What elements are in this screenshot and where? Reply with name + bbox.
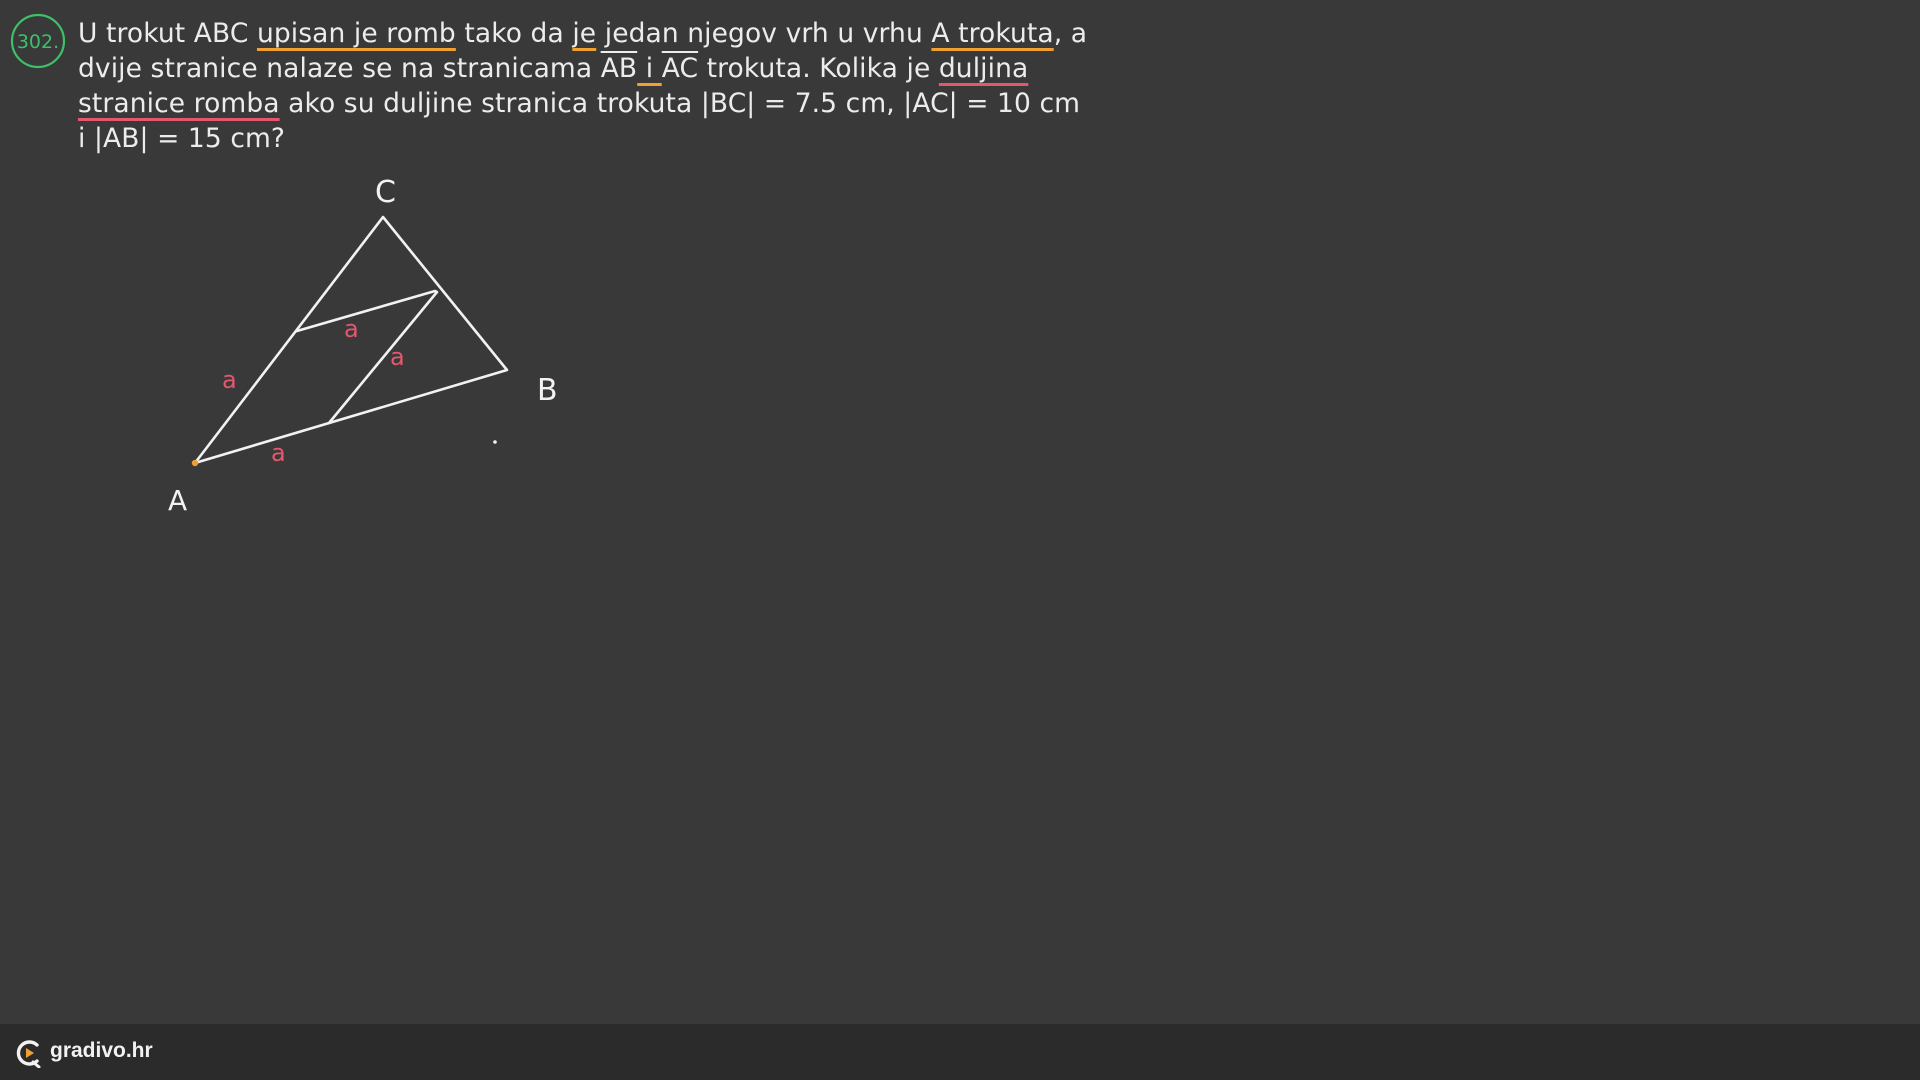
side-label-ab: a [271,439,286,467]
vertex-label-c: C [375,175,396,210]
footer-bar: gradivo.hr [0,1024,1920,1080]
problem-text-segment: A trokuta [931,18,1054,49]
side-label-rhombus-right: a [390,343,405,371]
problem-text-segment: i [637,53,662,84]
problem-text-segment: trokuta. Kolika je [698,53,939,84]
gradivo-logo-icon [16,1040,41,1068]
vertex-label-b: B [537,373,558,408]
triangle-rhombus-figure: C B A a a a a [168,175,558,517]
problem-text-segment: AC [661,53,699,84]
stray-dot [493,440,497,444]
rhombus-inner-sides [295,289,439,425]
problem-text-segment: jedan njegov vrh u vrhu [596,18,932,49]
vertex-label-a: A [168,484,187,517]
vertex-a-dot [191,459,199,467]
footer-brand-link[interactable]: gradivo.hr [50,1039,153,1063]
side-label-ac: a [222,366,237,394]
side-label-rhombus-top: a [344,315,359,343]
